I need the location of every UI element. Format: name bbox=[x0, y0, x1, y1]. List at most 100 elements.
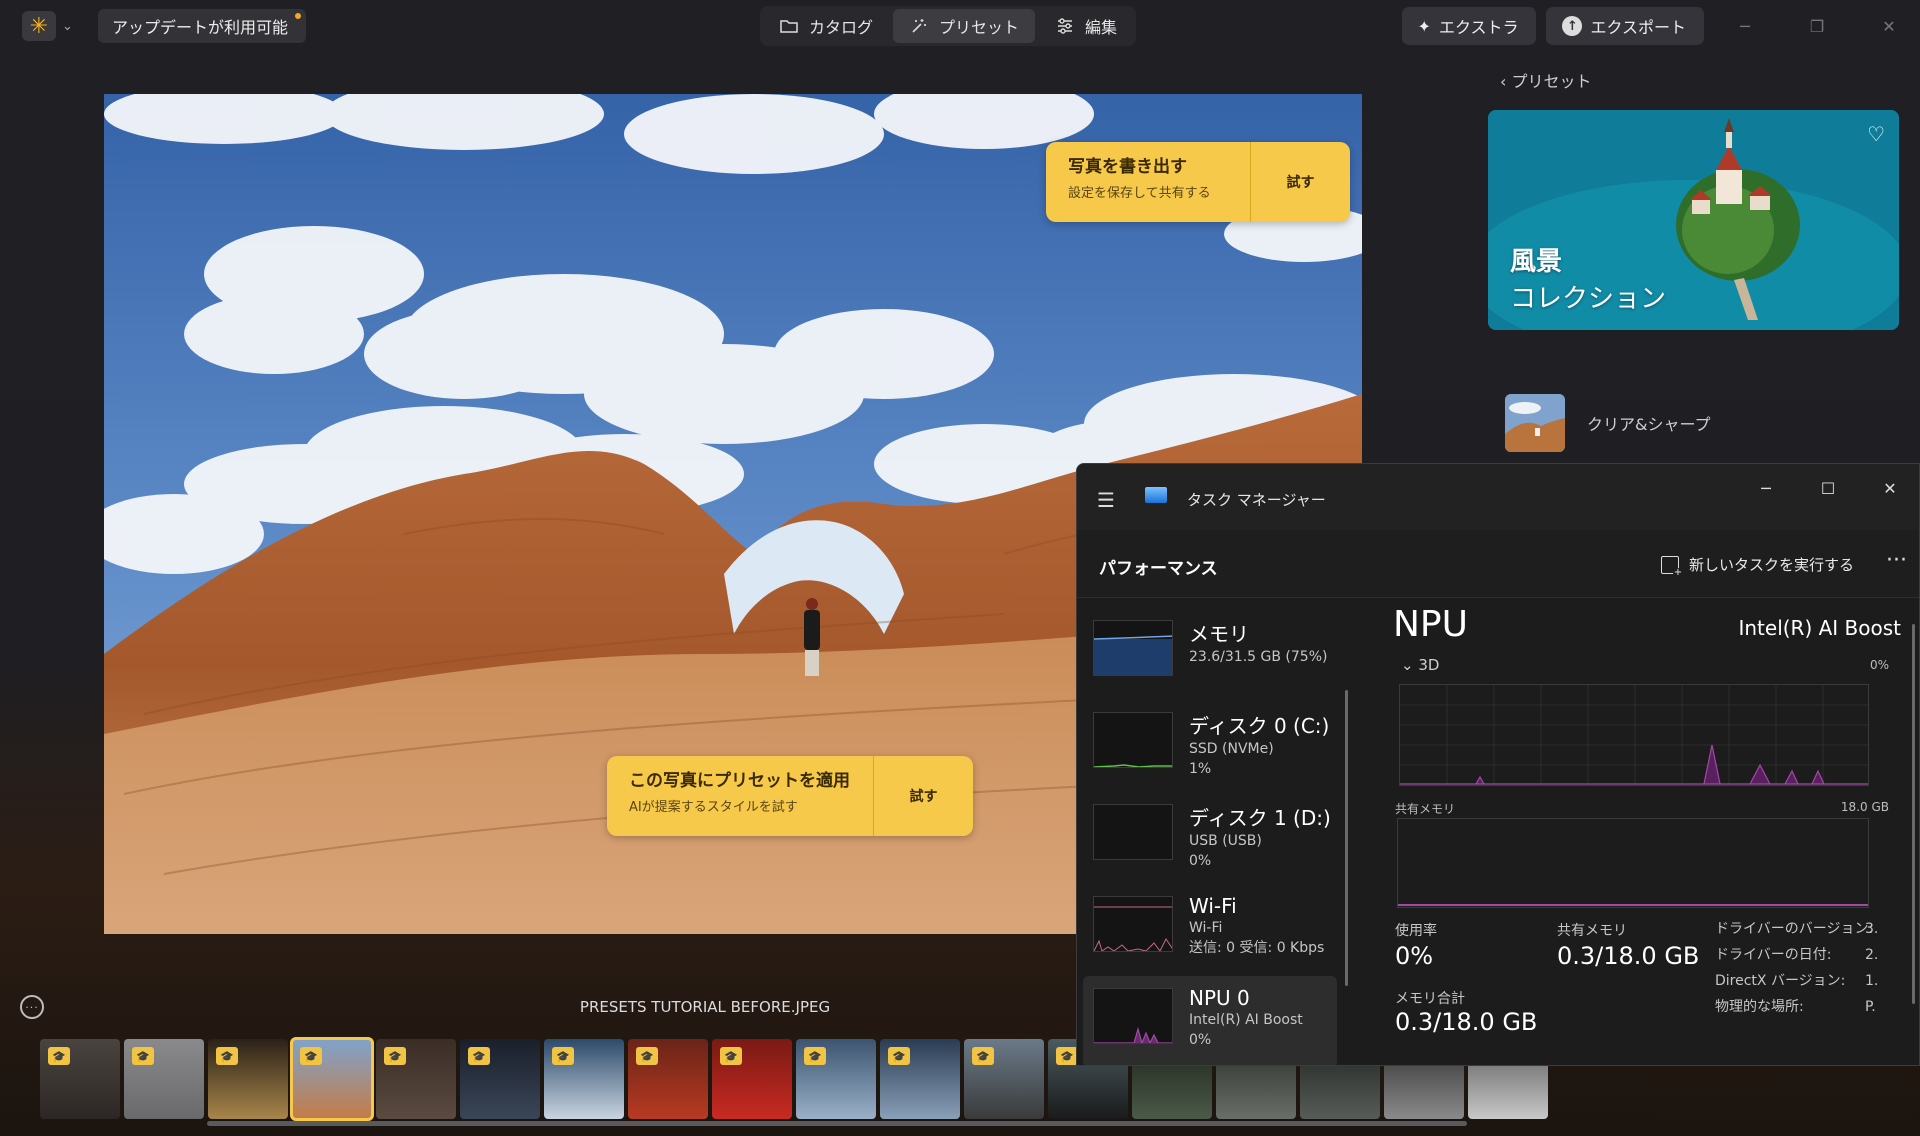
tutorial-badge-icon: 🎓 bbox=[636, 1047, 658, 1065]
usage-value: 0% bbox=[1395, 942, 1434, 970]
filmstrip-scrollbar[interactable] bbox=[207, 1121, 1467, 1126]
filmstrip-thumbnail[interactable]: 🎓 bbox=[544, 1039, 624, 1119]
back-label: プリセット bbox=[1511, 72, 1592, 91]
directx-value: 1. bbox=[1865, 973, 1879, 989]
tm-item-value: 0% bbox=[1189, 853, 1212, 869]
app-logo-icon: ✳ bbox=[22, 11, 56, 41]
new-task-icon: + bbox=[1661, 555, 1683, 578]
tutorial-badge-icon: 🎓 bbox=[384, 1047, 406, 1065]
tutorial-badge-icon: 🎓 bbox=[48, 1047, 70, 1065]
filename-label: PRESETS TUTORIAL BEFORE.JPEG bbox=[579, 998, 831, 1016]
upload-icon: ↑ bbox=[1562, 16, 1583, 36]
tm-title-bar: ☰ タスク マネージャー ─ ☐ ✕ bbox=[1077, 464, 1919, 530]
tm-item-sub: 23.6/31.5 GB (75%) bbox=[1189, 649, 1328, 665]
tab-presets[interactable]: プリセット bbox=[893, 9, 1036, 43]
export-button[interactable]: ↑ エクスポート bbox=[1546, 7, 1704, 45]
export-tip-subtitle: 設定を保存して共有する bbox=[1068, 186, 1211, 201]
tm-header: パフォーマンス + 新しいタスクを実行する ··· bbox=[1077, 530, 1919, 598]
filmstrip-thumbnail[interactable]: 🎓 bbox=[124, 1039, 204, 1119]
export-tip-try-button[interactable]: 試す bbox=[1250, 142, 1350, 222]
graph-3d-label[interactable]: ⌄ 3D bbox=[1401, 656, 1439, 674]
tab-catalog[interactable]: カタログ bbox=[763, 9, 889, 43]
tm-close-button[interactable]: ✕ bbox=[1859, 472, 1919, 504]
tm-item-wifi[interactable]: Wi-Fi Wi-Fi 送信: 0 受信: 0 Kbps bbox=[1083, 884, 1337, 976]
tm-detail-scrollbar[interactable] bbox=[1912, 624, 1915, 1004]
filmstrip-thumbnail[interactable]: 🎓 bbox=[964, 1039, 1044, 1119]
extras-button[interactable]: ✦ エクストラ bbox=[1401, 7, 1537, 45]
tutorial-badge-icon: 🎓 bbox=[300, 1047, 322, 1065]
tm-resource-list: メモリ 23.6/31.5 GB (75%) ディスク 0 (C:) SSD (NV… bbox=[1083, 608, 1337, 1065]
task-manager-window: ☰ タスク マネージャー ─ ☐ ✕ パフォーマンス + 新しいタスクを実行する… bbox=[1076, 463, 1920, 1066]
heart-icon[interactable]: ♡ bbox=[1867, 122, 1885, 146]
shared-memory-graph-max: 18.0 GB bbox=[1840, 800, 1889, 814]
driver-version-value: 3. bbox=[1865, 921, 1879, 937]
filmstrip-thumbnail[interactable]: 🎓 bbox=[628, 1039, 708, 1119]
shared-mem-label: 共有メモリ bbox=[1557, 923, 1627, 939]
restore-button[interactable]: ❐ bbox=[1786, 6, 1848, 46]
close-button[interactable]: ✕ bbox=[1858, 6, 1920, 46]
filmstrip-thumbnail[interactable]: 🎓 bbox=[40, 1039, 120, 1119]
tm-item-disk0[interactable]: ディスク 0 (C:) SSD (NVMe) 1% bbox=[1083, 700, 1337, 792]
app-menu-button[interactable]: ✳ ⌄ bbox=[22, 10, 84, 42]
memory-mini-graph bbox=[1093, 620, 1173, 676]
location-value: P. bbox=[1865, 999, 1876, 1015]
tm-item-name: ディスク 0 (C:) bbox=[1189, 714, 1330, 738]
tab-edit-label: 編集 bbox=[1085, 18, 1118, 37]
mem-total-label: メモリ合計 bbox=[1395, 991, 1465, 1007]
mem-total-value: 0.3/18.0 GB bbox=[1395, 1008, 1538, 1036]
filmstrip-thumbnail[interactable]: 🎓 bbox=[880, 1039, 960, 1119]
shared-memory-graph-label: 共有メモリ bbox=[1395, 802, 1456, 816]
chevron-down-icon: ⌄ bbox=[62, 18, 73, 34]
filmstrip-thumbnail[interactable]: 🎓 bbox=[376, 1039, 456, 1119]
tm-list-scrollbar[interactable] bbox=[1345, 690, 1348, 986]
tutorial-badge-icon: 🎓 bbox=[132, 1047, 154, 1065]
export-tip-title: 写真を書き出す bbox=[1068, 157, 1187, 177]
landscape-collection-card[interactable]: ♡ 風景 コレクション bbox=[1488, 110, 1899, 330]
update-available-button[interactable]: アップデートが利用可能 bbox=[98, 9, 307, 43]
tutorial-badge-icon: 🎓 bbox=[720, 1047, 742, 1065]
graph-3d-percent: 0% bbox=[1869, 658, 1889, 672]
tutorial-badge-icon: 🎓 bbox=[216, 1047, 238, 1065]
tm-minimize-button[interactable]: ─ bbox=[1735, 472, 1797, 504]
filmstrip-thumbnail[interactable]: 🎓 bbox=[460, 1039, 540, 1119]
tab-edit[interactable]: 編集 bbox=[1039, 9, 1133, 43]
tm-item-sub: USB (USB) bbox=[1189, 833, 1262, 849]
tm-item-memory[interactable]: メモリ 23.6/31.5 GB (75%) bbox=[1083, 608, 1337, 700]
title-bar: ✳ ⌄ アップデートが利用可能 カタログ プリセット 編集 ✦ エクストラ ↑ … bbox=[0, 0, 1920, 52]
tm-maximize-button[interactable]: ☐ bbox=[1797, 472, 1859, 504]
filmstrip-thumbnail[interactable]: 🎓 bbox=[712, 1039, 792, 1119]
npu-properties: ドライバーのバージョン: 3. ドライバーの日付: 2. DirectX バージョン… bbox=[1715, 916, 1878, 1020]
app-window: ✳ ⌄ アップデートが利用可能 カタログ プリセット 編集 ✦ エクストラ ↑ … bbox=[0, 0, 1920, 1136]
filmstrip-thumbnail[interactable]: 🎓 bbox=[290, 1037, 374, 1121]
filmstrip-thumbnail[interactable]: 🎓 bbox=[796, 1039, 876, 1119]
more-icon[interactable]: ··· bbox=[1886, 548, 1907, 573]
tm-item-npu0[interactable]: NPU 0 Intel(R) AI Boost 0% bbox=[1083, 976, 1337, 1065]
preset-item-clear-sharp[interactable]: クリア&シャープ bbox=[1505, 394, 1711, 452]
tm-title: タスク マネージャー bbox=[1187, 491, 1326, 509]
preset-tip-card: この写真にプリセットを適用 AIが提案するスタイルを試す 試す bbox=[607, 756, 973, 836]
preset-tip-subtitle: AIが提案するスタイルを試す bbox=[629, 800, 798, 815]
directx-label: DirectX バージョン: bbox=[1715, 973, 1846, 989]
notification-dot bbox=[295, 13, 302, 19]
back-to-presets-link[interactable]: ‹ プリセット bbox=[1500, 68, 1592, 92]
preset-tip-try-button[interactable]: 試す bbox=[873, 756, 973, 836]
tab-catalog-label: カタログ bbox=[809, 18, 874, 37]
tutorial-badge-icon: 🎓 bbox=[1056, 1047, 1078, 1065]
filmstrip-thumbnail[interactable]: 🎓 bbox=[208, 1039, 288, 1119]
driver-version-label: ドライバーのバージョン: bbox=[1715, 921, 1874, 937]
minimize-button[interactable]: ─ bbox=[1714, 6, 1776, 46]
preset-name: クリア&シャープ bbox=[1587, 415, 1711, 434]
tm-item-sub: Intel(R) AI Boost bbox=[1189, 1012, 1303, 1028]
more-options-icon[interactable]: ··· bbox=[20, 995, 44, 1019]
collection-title: 風景 bbox=[1510, 247, 1563, 277]
tm-item-value: 0% bbox=[1189, 1032, 1212, 1048]
tutorial-badge-icon: 🎓 bbox=[552, 1047, 574, 1065]
npu-title: NPU bbox=[1393, 604, 1468, 645]
run-new-task-button[interactable]: + 新しいタスクを実行する bbox=[1661, 554, 1854, 578]
tm-item-disk1[interactable]: ディスク 1 (D:) USB (USB) 0% bbox=[1083, 792, 1337, 884]
hamburger-menu-icon[interactable]: ☰ bbox=[1097, 488, 1115, 512]
driver-date-label: ドライバーの日付: bbox=[1715, 947, 1832, 963]
tm-item-name: NPU 0 bbox=[1189, 986, 1250, 1010]
npu-mini-graph bbox=[1093, 988, 1173, 1044]
preset-tip-title: この写真にプリセットを適用 bbox=[629, 771, 850, 791]
